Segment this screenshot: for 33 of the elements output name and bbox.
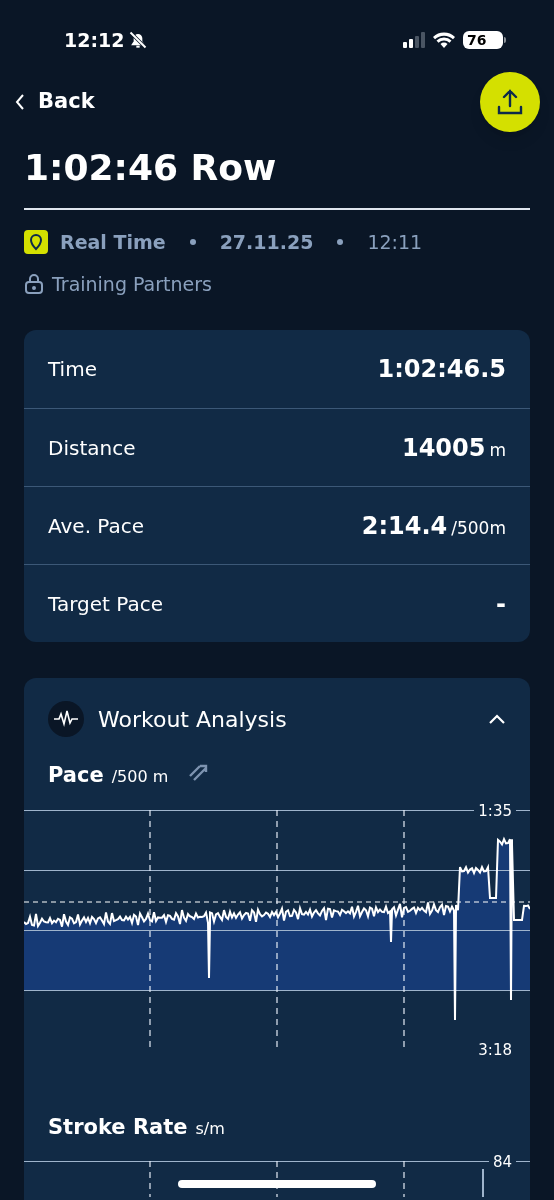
wifi-icon: [433, 32, 455, 48]
workout-time: 12:11: [367, 229, 423, 255]
location-pin-icon: [24, 230, 48, 254]
share-button[interactable]: [480, 72, 540, 132]
chevron-up-icon: [488, 713, 506, 725]
share-icon: [497, 88, 523, 116]
analysis-header[interactable]: Workout Analysis: [24, 678, 530, 760]
stat-label: Time: [48, 356, 97, 383]
workout-date: 27.11.25: [219, 229, 314, 255]
muted-bell-icon: [128, 30, 149, 50]
stat-unit: m: [489, 438, 506, 462]
stat-label: Ave. Pace: [48, 512, 145, 540]
stat-value: -: [496, 588, 506, 620]
chart-unit: /500 m: [111, 766, 169, 788]
workout-title: 1:02:46 Row: [24, 146, 278, 190]
stat-value: 1:02:46.5: [377, 354, 506, 385]
privacy-label: Training Partners: [52, 271, 212, 297]
signal-icon: [403, 32, 425, 48]
workout-mode: Real Time: [60, 229, 166, 255]
chart-title: Pace: [48, 762, 104, 789]
lock-icon: [24, 273, 44, 295]
stat-label: Distance: [48, 434, 136, 462]
stat-value: 2:14.4: [361, 510, 448, 542]
chart-title: Stroke Rate: [48, 1113, 188, 1141]
stat-value: 14005: [401, 432, 486, 464]
status-time: 12:12: [64, 27, 125, 53]
chart-unit: s/m: [195, 1117, 225, 1140]
stat-label: Target Pace: [48, 590, 163, 618]
battery-indicator: 76: [463, 31, 503, 49]
back-button[interactable]: Back: [14, 86, 95, 118]
chevron-left-icon: [14, 93, 26, 111]
stat-unit: /500m: [451, 516, 506, 540]
waveform-icon: [48, 701, 84, 737]
